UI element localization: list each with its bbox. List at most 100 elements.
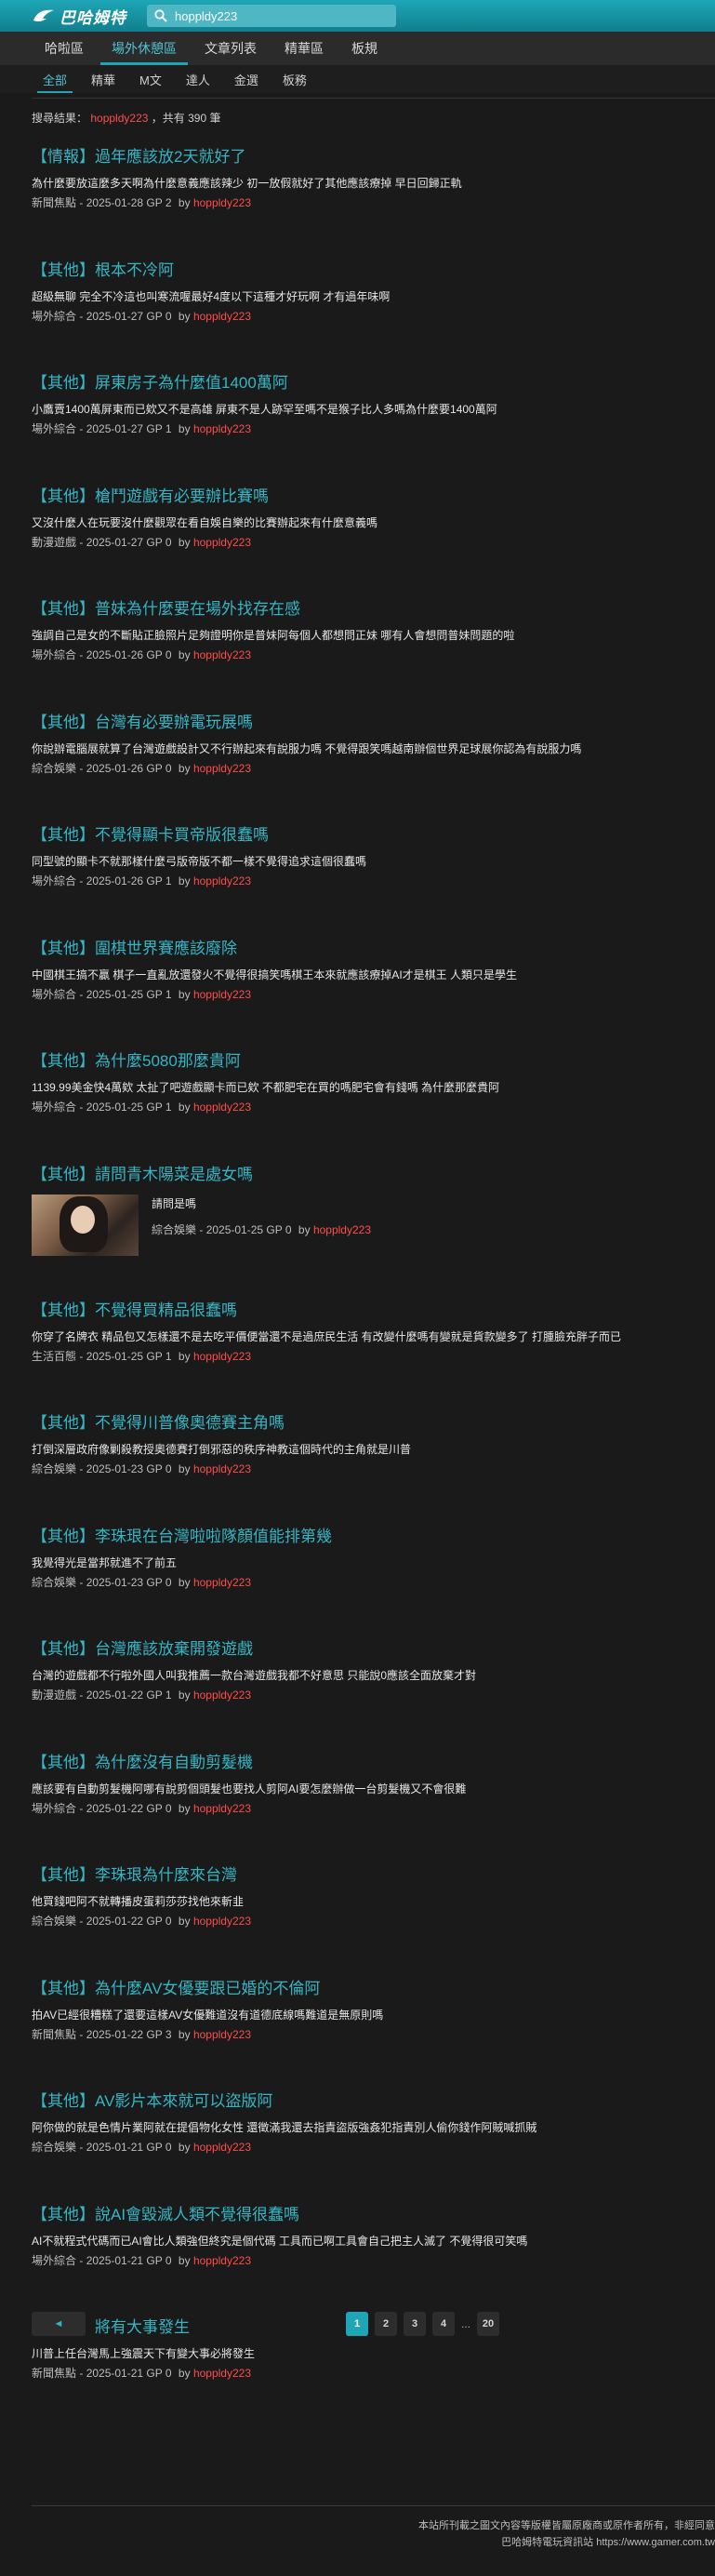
post-author[interactable]: hoppldy223 <box>193 1462 251 1475</box>
post-thumbnail[interactable] <box>32 1194 139 1256</box>
result-item: 【其他】圍棋世界賽應該廢除 中國棋王搞不贏 棋子一直亂放還發火不覺得很搞笑嗎棋王… <box>32 939 715 1052</box>
post-meta: 新聞焦點 - 2025-01-21 GP 0 by hoppldy223 <box>32 2367 251 2380</box>
post-author[interactable]: hoppldy223 <box>193 648 251 661</box>
post-gp: GP 0 <box>146 309 172 323</box>
post-title-link[interactable]: 【其他】李珠珢為什麼來台灣 <box>32 1865 715 1886</box>
post-author[interactable]: hoppldy223 <box>193 536 251 549</box>
page-last-button[interactable]: 20 <box>477 2312 500 2336</box>
post-title-link[interactable]: 【其他】不覺得顯卡買帝版很蠢嗎 <box>32 825 715 846</box>
post-board[interactable]: 動漫遊戲 <box>32 536 76 549</box>
page-1-button[interactable]: 1 <box>346 2312 368 2336</box>
post-title-link[interactable]: 【其他】不覺得川普像奧德賽主角嗎 <box>32 1413 715 1434</box>
post-title-link[interactable]: 【其他】為什麼沒有自動剪髮機 <box>32 1753 715 1773</box>
post-board[interactable]: 綜合娛樂 <box>32 1462 76 1475</box>
post-author[interactable]: hoppldy223 <box>193 310 251 323</box>
post-title-link[interactable]: 【其他】根本不冷阿 <box>32 260 715 281</box>
tab-board-affairs[interactable]: 板務 <box>273 65 318 93</box>
post-author[interactable]: hoppldy223 <box>193 2367 251 2380</box>
post-gp: GP 1 <box>146 874 172 888</box>
nav-item-featured[interactable]: 精華區 <box>273 32 335 65</box>
page-2-button[interactable]: 2 <box>375 2312 397 2336</box>
nav-item-rules[interactable]: 板規 <box>340 32 389 65</box>
post-board[interactable]: 場外綜合 <box>32 874 76 888</box>
post-board[interactable]: 場外綜合 <box>32 2254 76 2267</box>
post-author[interactable]: hoppldy223 <box>193 2028 251 2041</box>
result-item: 【其他】不覺得買精品很蠢嗎 你穿了名牌衣 精品包又怎樣還不是去吃平價便當還不是過… <box>32 1301 715 1414</box>
search-box[interactable] <box>147 5 396 27</box>
tab-gold-picks[interactable]: 金選 <box>225 65 270 93</box>
post-title-link[interactable]: 【其他】為什麼5080那麼貴阿 <box>32 1051 715 1072</box>
post-board[interactable]: 場外綜合 <box>32 422 76 435</box>
post-by: by <box>178 648 191 661</box>
site-logo[interactable]: 巴哈姆特 <box>32 5 126 28</box>
tab-featured[interactable]: 精華 <box>82 65 126 93</box>
post-title-link[interactable]: 【情報】過年應該放2天就好了 <box>32 147 715 167</box>
result-item: 【其他】為什麼5080那麼貴阿 1139.99美金快4萬欸 太扯了吧遊戲顯卡而已… <box>32 1051 715 1165</box>
post-title-link[interactable]: 【其他】槍鬥遊戲有必要辦比賽嗎 <box>32 487 715 507</box>
post-board[interactable]: 新聞焦點 <box>32 2367 76 2380</box>
post-title-link[interactable]: 【其他】普妹為什麼要在場外找存在感 <box>32 599 715 620</box>
post-board[interactable]: 綜合娛樂 <box>32 2141 76 2154</box>
post-gp: GP 0 <box>146 1462 172 1475</box>
search-icon[interactable] <box>154 9 167 22</box>
post-meta: 場外綜合 - 2025-01-27 GP 0 by hoppldy223 <box>32 309 251 323</box>
post-by: by <box>178 2253 191 2267</box>
post-board[interactable]: 新聞焦點 <box>32 2028 76 2041</box>
post-title-link[interactable]: 【其他】AV影片本來就可以盜版阿 <box>32 2091 715 2112</box>
post-gp: GP 0 <box>266 1222 292 1236</box>
nav-item-outside-lounge[interactable]: 場外休憩區 <box>100 32 188 65</box>
post-author[interactable]: hoppldy223 <box>193 1688 251 1702</box>
post-board[interactable]: 場外綜合 <box>32 988 76 1001</box>
post-board[interactable]: 場外綜合 <box>32 1101 76 1114</box>
post-board[interactable]: 生活百態 <box>32 1350 76 1363</box>
post-title-link[interactable]: 【其他】圍棋世界賽應該廢除 <box>32 939 715 959</box>
tab-m-posts[interactable]: M文 <box>130 65 173 93</box>
post-by: by <box>178 309 191 323</box>
post-author[interactable]: hoppldy223 <box>193 988 251 1001</box>
post-board[interactable]: 綜合娛樂 <box>32 1576 76 1589</box>
post-author[interactable]: hoppldy223 <box>193 1350 251 1363</box>
tab-experts[interactable]: 達人 <box>177 65 221 93</box>
nav-item-article-list[interactable]: 文章列表 <box>193 32 268 65</box>
post-author[interactable]: hoppldy223 <box>193 762 251 775</box>
post-author[interactable]: hoppldy223 <box>193 1101 251 1114</box>
post-author[interactable]: hoppldy223 <box>193 2141 251 2154</box>
post-author[interactable]: hoppldy223 <box>193 874 251 888</box>
post-excerpt: 請問是嗎 <box>152 1196 197 1210</box>
tab-all[interactable]: 全部 <box>33 65 78 93</box>
post-board[interactable]: 場外綜合 <box>32 648 76 661</box>
post-author[interactable]: hoppldy223 <box>193 196 251 209</box>
post-title-link[interactable]: 【其他】為什麼AV女優要跟已婚的不倫阿 <box>32 1979 715 1999</box>
post-board[interactable]: 場外綜合 <box>32 1802 76 1815</box>
post-author[interactable]: hoppldy223 <box>193 422 251 435</box>
nav-item-hala[interactable]: 哈啦區 <box>33 32 95 65</box>
post-meta: 綜合娛樂 - 2025-01-22 GP 0 by hoppldy223 <box>32 1915 251 1928</box>
page-3-button[interactable]: 3 <box>404 2312 426 2336</box>
post-excerpt: 1139.99美金快4萬欸 太扯了吧遊戲顯卡而已欸 不都肥宅在買的嗎肥宅會有錢嗎… <box>32 1081 500 1094</box>
result-item: 【其他】李珠珢為什麼來台灣 他買錢吧阿不就轉播皮蛋莉莎莎找他來斬韭 綜合娛樂 -… <box>32 1865 715 1979</box>
post-title-link[interactable]: 【其他】台灣有必要辦電玩展嗎 <box>32 713 715 733</box>
divider <box>32 98 715 99</box>
post-board[interactable]: 綜合娛樂 <box>32 762 76 775</box>
post-author[interactable]: hoppldy223 <box>313 1223 371 1236</box>
post-author[interactable]: hoppldy223 <box>193 1802 251 1815</box>
post-author[interactable]: hoppldy223 <box>193 1576 251 1589</box>
post-board[interactable]: 新聞焦點 <box>32 196 76 209</box>
post-title-link[interactable]: 【其他】請問青木陽菜是處女嗎 <box>32 1165 715 1185</box>
post-title-link[interactable]: 【其他】屏東房子為什麼值1400萬阿 <box>32 373 715 394</box>
page-4-button[interactable]: 4 <box>432 2312 455 2336</box>
prev-page-button[interactable]: ◄ <box>32 2312 86 2336</box>
post-title-link[interactable]: 【其他】不覺得買精品很蠢嗎 <box>32 1301 715 1321</box>
post-author[interactable]: hoppldy223 <box>193 2254 251 2267</box>
post-gp: GP 0 <box>146 1915 172 1928</box>
post-title-link[interactable]: 【其他】說AI會毀滅人類不覺得很蠢嗎 <box>32 2205 715 2225</box>
post-title-link[interactable]: 【其他】台灣應該放棄開發遊戲 <box>32 1639 715 1660</box>
post-board[interactable]: 場外綜合 <box>32 310 76 323</box>
post-meta: 新聞焦點 - 2025-01-22 GP 3 by hoppldy223 <box>32 2027 251 2041</box>
post-board[interactable]: 綜合娛樂 <box>32 1915 76 1928</box>
search-input[interactable] <box>175 8 379 23</box>
post-title-link[interactable]: 【其他】李珠珢在台灣啦啦隊顏值能排第幾 <box>32 1527 715 1547</box>
post-author[interactable]: hoppldy223 <box>193 1915 251 1928</box>
post-board[interactable]: 綜合娛樂 <box>152 1223 196 1236</box>
post-board[interactable]: 動漫遊戲 <box>32 1688 76 1702</box>
